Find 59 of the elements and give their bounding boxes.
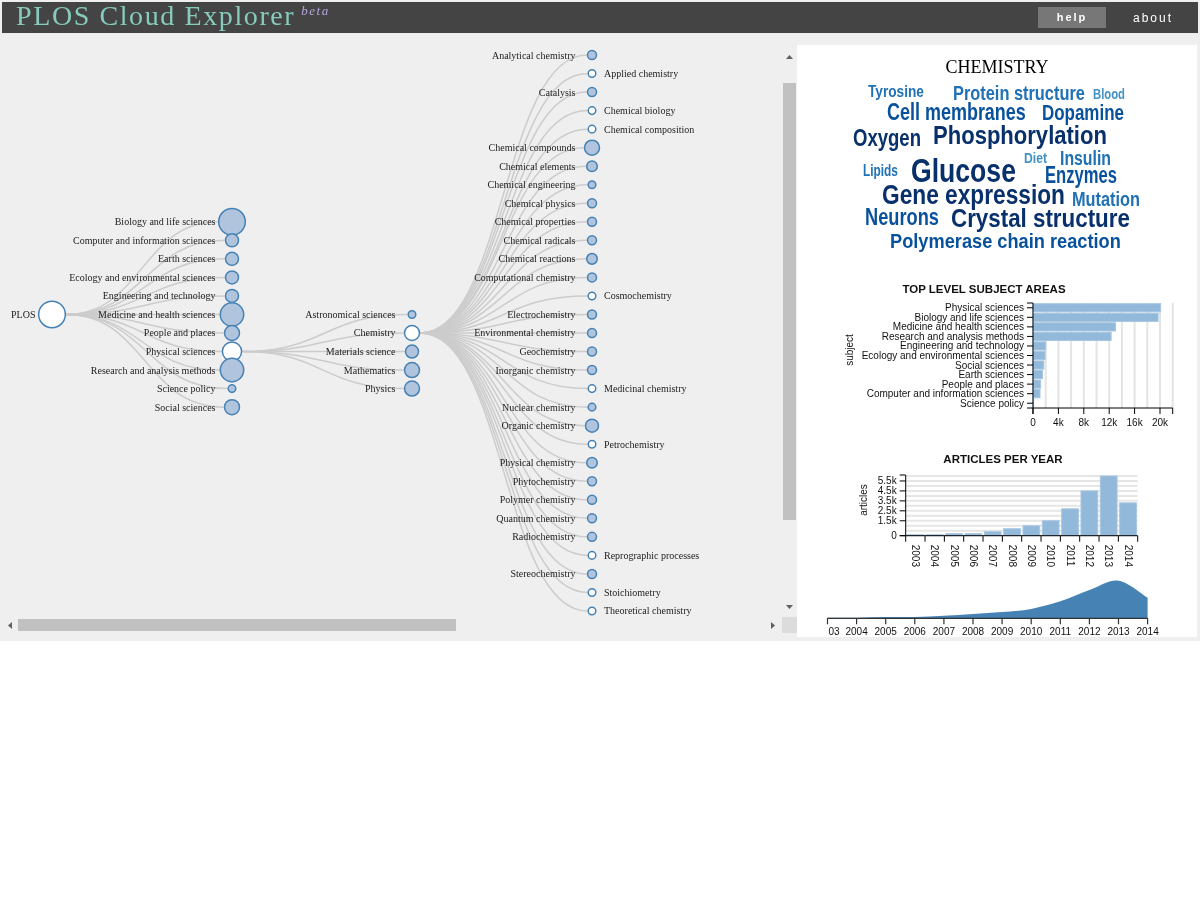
tick-label: 4k	[1053, 416, 1064, 428]
tick-label: 16k	[1126, 416, 1143, 428]
year-label: 2014	[1122, 544, 1134, 567]
axis-label: articles	[858, 484, 869, 516]
year-label: 2010	[1045, 544, 1057, 567]
category-label: Earth sciences	[958, 369, 1024, 381]
tick-label: 2008	[961, 626, 985, 637]
category-label: Physical sciences	[945, 302, 1024, 314]
year-label: 2009	[1025, 544, 1037, 567]
category-label: Science policy	[960, 397, 1024, 409]
tick-label: 5.5k	[877, 475, 897, 487]
year-label: 2011	[1064, 544, 1076, 567]
chart-title: ARTICLES PER YEAR	[943, 453, 1063, 465]
tick-label: 2005	[874, 626, 897, 637]
tick-label: 2010	[1020, 626, 1043, 637]
tick-label: 3.5k	[877, 495, 897, 507]
cloud-word: Neurons	[865, 203, 939, 229]
panel-title: CHEMISTRY	[945, 58, 1049, 79]
year-label: 2006	[967, 544, 979, 567]
axis-label: subject	[844, 334, 855, 366]
tick-label: 2013	[1107, 626, 1130, 637]
tick-label: 2012	[1078, 626, 1101, 637]
tick-label: 2014	[1136, 626, 1159, 637]
tick-label: 20k	[1151, 416, 1169, 428]
cloud-word: Tyrosine	[868, 83, 924, 101]
cloud-word: Mutation	[1072, 187, 1140, 211]
category-label: Research and analysis methods	[881, 330, 1024, 342]
tick-label: 03	[828, 626, 840, 637]
beta-label: beta	[301, 4, 330, 17]
year-label: 2005	[948, 544, 960, 567]
tick-label: 8k	[1078, 416, 1090, 428]
year-label: 2004	[929, 544, 941, 567]
tick-label: 1.5k	[877, 515, 897, 527]
tick-label: 2009	[990, 626, 1014, 637]
cloud-word: Diet	[1024, 149, 1047, 166]
year-label: 2008	[1006, 544, 1018, 567]
chart-title: TOP LEVEL SUBJECT AREAS	[902, 283, 1066, 295]
tick-label: 0	[1030, 416, 1036, 428]
cloud-word: Oxygen	[853, 124, 921, 150]
category-label: People and places	[941, 378, 1024, 390]
year-label: 2013	[1103, 544, 1115, 567]
tick-label: 2006	[903, 626, 926, 637]
category-label: Ecology and environmental sciences	[861, 350, 1024, 361]
year-label: 2007	[987, 544, 999, 567]
tick-label: 2007	[932, 626, 956, 637]
category-label: Engineering and technology	[900, 340, 1024, 352]
category-label: Social sciences	[955, 359, 1024, 371]
tick-label: 2.5k	[877, 505, 897, 517]
cloud-word: Lipids	[863, 160, 898, 179]
app-title: PLOS Cloud Explorer	[16, 2, 296, 30]
category-label: Computer and information sciences	[866, 388, 1024, 400]
category-label: Medicine and health sciences	[892, 321, 1024, 333]
tick-label: 12k	[1101, 416, 1118, 428]
tick-label: 4.5k	[877, 485, 897, 497]
year-label: 2012	[1083, 544, 1095, 567]
tick-label: 2011	[1049, 626, 1072, 637]
tick-label: 0	[891, 530, 897, 542]
year-label: 2003	[909, 544, 921, 567]
tick-label: 2004	[845, 626, 868, 637]
